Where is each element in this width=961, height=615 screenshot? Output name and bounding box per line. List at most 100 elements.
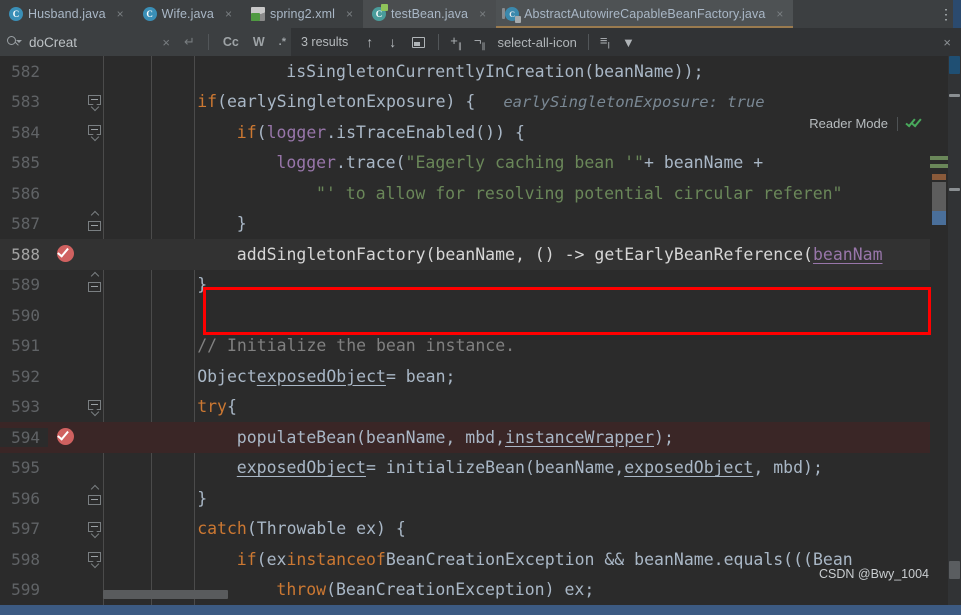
code-folding-column[interactable] [86,148,103,179]
code-line-583[interactable]: 583 if (earlySingletonExposure) {earlySin… [0,87,961,118]
open-in-find-window-icon[interactable] [412,36,426,48]
code-text[interactable] [115,300,961,331]
marker-scrollbar-track[interactable] [948,56,961,605]
match-case-toggle[interactable]: Cc [218,35,244,49]
gutter-markers[interactable] [48,56,86,87]
editor-tab-abstractautowirecapablebeanfactory-java[interactable]: C AbstractAutowireCapableBeanFactory.jav… [496,0,794,28]
remove-selection-occurrence-icon[interactable]: ¬∥ [468,33,492,51]
code-line-594[interactable]: 594 populateBean(beanName, mbd, instanceW… [0,422,961,453]
code-text[interactable]: } [115,483,961,514]
gutter-markers[interactable] [48,148,86,179]
search-icon[interactable] [7,35,22,49]
code-folding-column[interactable] [86,56,103,87]
code-line-596[interactable]: 596} [0,483,961,514]
gutter-markers[interactable] [48,270,86,301]
code-folding-column[interactable] [86,300,103,331]
code-folding-column[interactable] [86,270,103,301]
gutter-markers[interactable] [48,331,86,362]
code-text[interactable]: isSingletonCurrentlyInCreation(beanName)… [115,56,961,87]
code-line-593[interactable]: 593 try { [0,392,961,423]
gutter-markers[interactable] [48,117,86,148]
code-text[interactable]: Object exposedObject = bean; [115,361,961,392]
code-folding-column[interactable] [86,361,103,392]
tab-close-icon[interactable]: × [223,8,234,20]
code-line-586[interactable]: 586 "' to allow for resolving potential c… [0,178,961,209]
code-folding-column[interactable] [86,87,103,118]
code-line-595[interactable]: 595 exposedObject = initializeBean(beanNa… [0,453,961,484]
code-text[interactable]: } [115,209,961,240]
editor-tab-testbean-java[interactable]: C testBean.java × [363,0,497,28]
code-line-585[interactable]: 585 logger .trace("Eagerly caching bean '"… [0,148,961,179]
find-input-area[interactable]: doCreat × ↵ Cc W .* [0,28,291,56]
scrollbar-handle[interactable] [949,561,960,579]
code-line-597[interactable]: 597 catch (Throwable ex) { [0,514,961,545]
gutter-markers[interactable] [48,178,86,209]
code-line-582[interactable]: 582 isSingletonCurrentlyInCreation(beanNa… [0,56,961,87]
gutter-markers[interactable] [48,422,86,453]
error-marker[interactable] [949,94,960,97]
fold-toggle-icon[interactable] [88,484,101,506]
fold-toggle-icon[interactable] [88,271,101,293]
editor-tab-spring2-xml[interactable]: spring2.xml × [241,0,364,28]
code-text[interactable]: // Initialize the bean instance. [115,331,961,362]
gutter-markers[interactable] [48,544,86,575]
tab-close-icon[interactable]: × [344,8,355,20]
code-folding-column[interactable] [86,117,103,148]
gutter-markers[interactable] [48,575,86,606]
scrollbar-thumb[interactable] [949,56,960,74]
gutter-markers[interactable] [48,209,86,240]
whole-words-toggle[interactable]: W [248,35,270,49]
code-line-587[interactable]: 587} [0,209,961,240]
code-text[interactable]: catch (Throwable ex) { [115,514,961,545]
tab-close-icon[interactable]: × [774,8,785,20]
code-line-590[interactable]: 590 [0,300,961,331]
gutter-markers[interactable] [48,392,86,423]
code-folding-column[interactable] [86,453,103,484]
tab-close-icon[interactable]: × [115,8,126,20]
error-marker[interactable] [949,188,960,191]
gutter-markers[interactable] [48,483,86,514]
gutter-markers[interactable] [48,361,86,392]
find-previous-icon[interactable]: ↑ [358,34,381,50]
find-next-icon[interactable]: ↓ [381,34,404,50]
breakpoint-verified-icon[interactable] [57,428,74,445]
code-text[interactable]: try { [115,392,961,423]
code-text[interactable]: } [115,270,961,301]
preserve-case-icon[interactable]: ≡I [594,33,616,51]
code-editor[interactable]: 582 isSingletonCurrentlyInCreation(beanNa… [0,56,961,605]
reader-mode-indicator[interactable]: Reader Mode [809,116,923,131]
code-text[interactable]: exposedObject = initializeBean(beanName,… [115,453,961,484]
fold-toggle-icon[interactable] [88,125,101,142]
code-text[interactable]: populateBean(beanName, mbd, instanceWrap… [115,422,961,453]
code-folding-column[interactable] [86,544,103,575]
code-folding-column[interactable] [86,331,103,362]
editor-tab-wife-java[interactable]: C Wife.java × [133,0,242,28]
code-text[interactable]: addSingletonFactory(beanName, () -> getE… [115,239,961,270]
gutter-markers[interactable] [48,239,86,270]
select-all-occurrences-icon[interactable]: select-all-icon [491,35,582,50]
filter-icon[interactable]: ▼ [616,35,641,50]
code-folding-column[interactable] [86,575,103,606]
breakpoint-verified-icon[interactable] [57,245,74,262]
close-find-icon[interactable]: × [943,35,961,50]
code-line-591[interactable]: 591 // Initialize the bean instance. [0,331,961,362]
fold-toggle-icon[interactable] [88,521,101,538]
horizontal-scrollbar[interactable] [103,590,228,599]
tab-close-icon[interactable]: × [477,8,488,20]
fold-toggle-icon[interactable] [88,399,101,416]
code-folding-column[interactable] [86,392,103,423]
regex-toggle[interactable]: .* [274,36,291,48]
editor-tab-husband-java[interactable]: C Husband.java × [0,0,134,28]
code-line-589[interactable]: 589} [0,270,961,301]
code-folding-column[interactable] [86,178,103,209]
code-folding-column[interactable] [86,422,103,453]
add-selection-next-occurrence-icon[interactable]: +∥ [444,33,468,51]
gutter-markers[interactable] [48,87,86,118]
code-folding-column[interactable] [86,483,103,514]
code-text[interactable]: if (earlySingletonExposure) {earlySingle… [115,87,961,118]
search-input[interactable]: doCreat [25,35,152,50]
fold-toggle-icon[interactable] [88,552,101,569]
new-line-icon[interactable]: ↵ [180,34,199,50]
code-line-592[interactable]: 592 Object exposedObject = bean; [0,361,961,392]
code-text[interactable]: "' to allow for resolving potential circ… [115,178,961,209]
